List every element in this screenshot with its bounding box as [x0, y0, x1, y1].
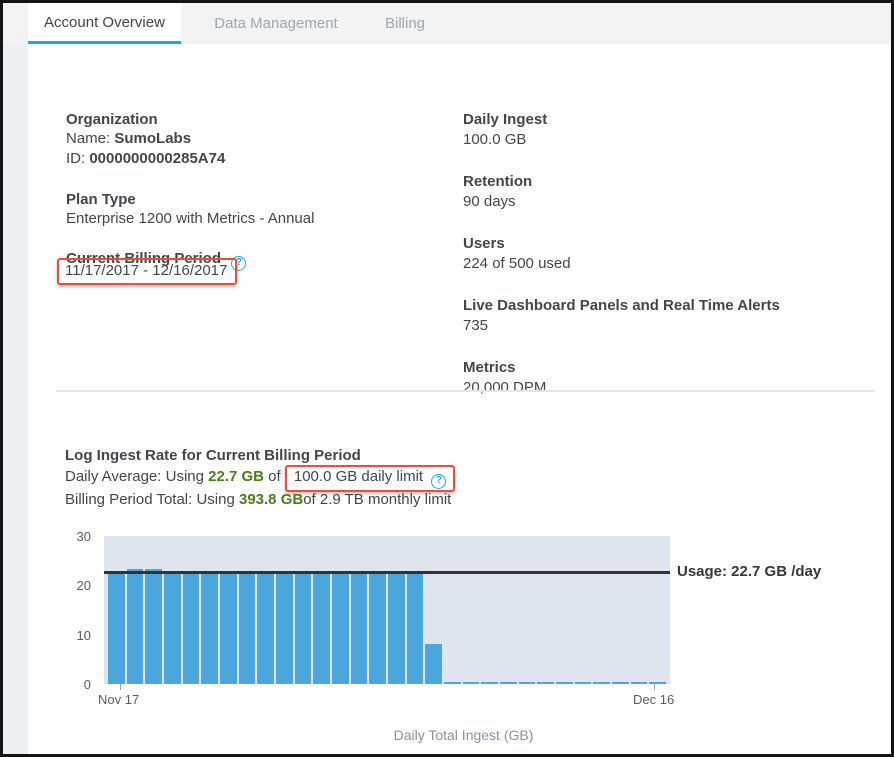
stat-value: 90 days — [463, 192, 863, 212]
plan-type-value: Enterprise 1200 with Metrics - Annual — [66, 209, 314, 229]
stat-value: 735 — [463, 316, 863, 336]
stat-value: 100.0 GB — [463, 130, 863, 150]
chart-bar — [164, 571, 181, 684]
chart-bar — [407, 572, 424, 684]
stat-value: 224 of 500 used — [463, 254, 863, 274]
chart-bar — [108, 572, 125, 684]
stat-metrics: Metrics 20,000 DPM — [463, 358, 863, 398]
chart-bar — [295, 571, 312, 684]
x-tick-end — [654, 684, 655, 690]
chart-plot-area — [104, 536, 670, 684]
chart-bar — [257, 572, 274, 684]
tab-bar: Account Overview Data Management Billing — [3, 3, 891, 44]
chart-bar — [332, 572, 349, 684]
organization-name: Name: SumoLabs — [66, 129, 191, 149]
chart-bars — [104, 536, 670, 684]
chart-bar — [631, 682, 648, 684]
y-tick-label: 0 — [61, 677, 91, 692]
billing-total-used: 393.8 GB — [239, 491, 303, 508]
stat-label: Daily Ingest — [463, 110, 863, 130]
y-tick-label: 10 — [61, 628, 91, 643]
billing-period-red-box: 11/17/2017 - 12/16/2017 — [57, 258, 237, 285]
usage-line-label: Usage: 22.7 GB /day — [677, 563, 821, 580]
tab-account-overview[interactable]: Account Overview — [28, 3, 181, 44]
chart-bar — [313, 572, 330, 684]
stat-value: 20,000 DPM — [463, 378, 863, 398]
chart-bar — [369, 571, 386, 684]
chart-bar — [593, 682, 610, 684]
organization-name-value: SumoLabs — [114, 130, 191, 147]
stat-retention: Retention 90 days — [463, 172, 863, 212]
stat-daily-ingest: Daily Ingest 100.0 GB — [463, 110, 863, 150]
usage-reference-line — [104, 571, 670, 574]
organization-id-value: 0000000000285A74 — [89, 150, 225, 167]
chart-bar — [575, 682, 592, 684]
billing-period-highlight: 11/17/2017 - 12/16/2017 — [57, 258, 237, 285]
account-overview-page: Account Overview Data Management Billing… — [0, 0, 894, 757]
x-label-end: Dec 16 — [633, 692, 674, 707]
billing-total-line: Billing Period Total: Using 393.8 GBof 2… — [65, 490, 451, 510]
daily-average-line: Daily Average: Using 22.7 GB of 100.0 GB… — [65, 465, 455, 492]
chart-bar — [537, 682, 554, 684]
stats-column: Daily Ingest 100.0 GB Retention 90 days … — [463, 110, 863, 420]
billing-total-prefix: Billing Period Total: Using — [65, 491, 239, 508]
organization-title: Organization — [66, 110, 158, 130]
billing-total-suffix: of 2.9 TB monthly limit — [303, 491, 451, 508]
plan-type-title: Plan Type — [66, 190, 136, 210]
x-tick-start — [120, 684, 121, 690]
chart-bar — [500, 682, 517, 684]
chart-bar — [444, 682, 461, 684]
stat-label: Retention — [463, 172, 863, 192]
organization-id-label: ID: — [66, 150, 89, 167]
tab-data-management[interactable]: Data Management — [208, 3, 344, 44]
chart-bar — [201, 572, 218, 684]
chart-bar — [463, 682, 480, 684]
y-tick-label: 30 — [61, 529, 91, 544]
x-label-start: Nov 17 — [98, 692, 139, 707]
chart-bar — [388, 572, 405, 684]
daily-limit-text: 100.0 GB daily limit — [294, 468, 423, 485]
chart-bar — [519, 682, 536, 684]
chart-bar — [612, 682, 629, 684]
chart-bar — [183, 572, 200, 684]
daily-average-prefix: Daily Average: Using — [65, 468, 208, 485]
chart-bar — [556, 682, 573, 684]
chart-bar — [425, 644, 442, 684]
daily-average-used: 22.7 GB — [208, 468, 264, 485]
organization-id: ID: 0000000000285A74 — [66, 149, 225, 169]
tab-billing[interactable]: Billing — [381, 3, 429, 44]
daily-limit-red-box: 100.0 GB daily limit ? — [285, 465, 455, 492]
organization-name-label: Name: — [66, 130, 114, 147]
stat-label: Users — [463, 234, 863, 254]
billing-period-value: 11/17/2017 - 12/16/2017 — [65, 262, 227, 279]
chart-bar — [220, 571, 237, 684]
daily-average-mid: of — [264, 468, 285, 485]
help-icon[interactable]: ? — [431, 474, 446, 489]
log-ingest-title: Log Ingest Rate for Current Billing Peri… — [65, 446, 361, 466]
chart-bar — [351, 572, 368, 684]
chart-bar — [276, 572, 293, 684]
stat-label: Metrics — [463, 358, 863, 378]
stat-users: Users 224 of 500 used — [463, 234, 863, 274]
y-tick-label: 20 — [61, 578, 91, 593]
chart-bar — [649, 682, 666, 684]
stat-dashboard-panels: Live Dashboard Panels and Real Time Aler… — [463, 296, 863, 336]
stat-label: Live Dashboard Panels and Real Time Aler… — [463, 296, 863, 316]
chart-bar — [481, 682, 498, 684]
section-divider — [56, 390, 875, 392]
chart-axis-title: Daily Total Ingest (GB) — [104, 727, 823, 743]
chart-bar — [239, 572, 256, 684]
chart-bar — [145, 569, 162, 684]
chart-bar — [127, 569, 144, 684]
